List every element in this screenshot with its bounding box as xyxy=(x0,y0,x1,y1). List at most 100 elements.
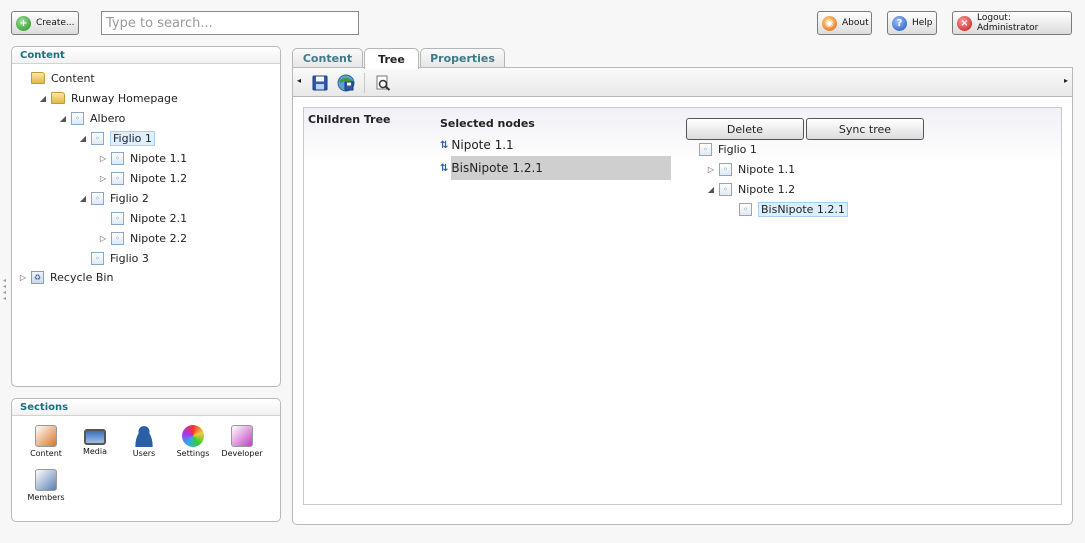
search-input[interactable] xyxy=(101,11,359,35)
logout-button[interactable]: × Logout: Administrator xyxy=(952,11,1072,35)
tree-node[interactable]: ▷ ♻ Recycle Bin xyxy=(18,268,113,286)
toolbar-divider xyxy=(364,73,365,93)
tree-node[interactable]: ▷ ◦ Nipote 2.2 xyxy=(98,229,187,247)
splitter-handle[interactable]: ◂ ◂ ◂ ◂ xyxy=(3,278,9,304)
section-label: Content xyxy=(30,449,62,458)
reorder-arrows-icon: ⇅ xyxy=(440,162,449,174)
member-card-icon xyxy=(35,469,57,491)
help-button-label: Help xyxy=(912,18,933,28)
tree-node[interactable]: ◢ ◦ Nipote 1.2 xyxy=(706,180,795,198)
delete-button-label: Delete xyxy=(726,122,764,136)
collapsed-arrow-icon[interactable]: ▷ xyxy=(98,154,108,163)
tree-node[interactable]: ▷ ◦ Nipote 1.2 xyxy=(98,169,187,187)
selected-nodes-label: Selected nodes xyxy=(440,117,535,130)
selected-node-item[interactable]: ⇅ Nipote 1.1 xyxy=(440,134,640,156)
document-icon: ◦ xyxy=(91,131,104,145)
help-icon: ? xyxy=(892,15,907,31)
scroll-left-icon[interactable]: ◂ xyxy=(297,76,301,85)
section-media[interactable]: Media xyxy=(73,425,117,456)
section-settings[interactable]: Settings xyxy=(171,425,215,458)
tree-node-label: Nipote 1.2 xyxy=(130,171,188,185)
about-icon: ◉ xyxy=(822,15,837,31)
tree-node[interactable]: ◢ Runway Homepage xyxy=(38,89,178,107)
plus-icon: + xyxy=(16,15,31,31)
magic-wand-icon xyxy=(231,425,253,447)
expanded-arrow-icon[interactable]: ◢ xyxy=(78,134,88,143)
tree-node-label: Runway Homepage xyxy=(71,91,178,105)
tree-node-label: Nipote 2.2 xyxy=(130,231,188,245)
tree-node[interactable]: ◢ ◦ Figlio 2 xyxy=(78,189,149,207)
document-icon: ◦ xyxy=(111,211,124,225)
collapsed-arrow-icon[interactable]: ▷ xyxy=(98,234,108,243)
collapsed-arrow-icon[interactable]: ▷ xyxy=(98,174,108,183)
section-developer[interactable]: Developer xyxy=(220,425,264,458)
logout-icon: × xyxy=(957,15,972,31)
tree-node[interactable]: ◦ Figlio 1 xyxy=(686,140,757,158)
content-panel-title: Content xyxy=(12,47,280,64)
tree-node-label: Albero xyxy=(90,111,126,125)
section-label: Developer xyxy=(221,449,263,458)
tab-content[interactable]: Content xyxy=(292,48,363,68)
tab-content-area: Children Tree Selected nodes ⇅ Nipote 1.… xyxy=(292,97,1073,525)
document-icon: ◦ xyxy=(739,202,752,216)
document-icon: ◦ xyxy=(699,142,712,156)
section-label: Media xyxy=(82,447,108,456)
expanded-arrow-icon[interactable]: ◢ xyxy=(706,185,716,194)
tab-tree-label: Tree xyxy=(378,52,405,66)
tree-node-label: Figlio 2 xyxy=(110,191,149,205)
editor-toolbar: ◂ ▸ xyxy=(292,67,1073,97)
help-button[interactable]: ? Help xyxy=(887,11,937,35)
section-members[interactable]: Members xyxy=(24,469,68,502)
content-panel: Content Content ◢ Runway Homepage ◢ ◦ Albero ◢… xyxy=(11,46,281,387)
document-icon: ◦ xyxy=(71,111,84,125)
sections-panel-title: Sections xyxy=(12,399,280,416)
reorder-arrows-icon: ⇅ xyxy=(440,139,449,151)
save-icon[interactable] xyxy=(312,75,328,91)
document-icon: ◦ xyxy=(91,251,104,265)
folder-icon xyxy=(51,92,65,104)
logout-button-label: Logout: Administrator xyxy=(977,13,1039,33)
tab-tree[interactable]: Tree xyxy=(364,48,419,69)
user-icon xyxy=(133,425,155,447)
tree-node-label: Nipote 1.1 xyxy=(738,162,796,176)
tree-node-label: Content xyxy=(51,71,95,85)
tree-node[interactable]: ◦ Nipote 2.1 xyxy=(98,209,187,227)
tree-node[interactable]: ◦ Figlio 3 xyxy=(78,249,149,267)
expanded-arrow-icon[interactable]: ◢ xyxy=(38,94,48,103)
about-button[interactable]: ◉ About xyxy=(817,11,872,35)
monitor-icon xyxy=(84,429,106,445)
document-icon: ◦ xyxy=(111,171,124,185)
section-users[interactable]: Users xyxy=(122,425,166,458)
sync-tree-button-label: Sync tree xyxy=(838,122,892,136)
color-wheel-icon xyxy=(182,425,204,447)
preview-icon[interactable] xyxy=(375,75,391,91)
collapsed-arrow-icon[interactable]: ▷ xyxy=(18,273,28,282)
folder-icon xyxy=(31,72,45,84)
tab-properties[interactable]: Properties xyxy=(420,48,505,68)
tab-content-label: Content xyxy=(302,52,353,65)
sync-tree-button[interactable]: Sync tree xyxy=(806,118,924,140)
tree-node-label: Nipote 2.1 xyxy=(130,211,188,225)
section-content[interactable]: Content xyxy=(24,425,68,458)
tree-node[interactable]: ▷ ◦ Nipote 1.1 xyxy=(98,149,187,167)
tree-node[interactable]: ◦ BisNipote 1.2.1 xyxy=(726,200,848,218)
sections-panel: Sections Content Media Users Settings Develo… xyxy=(11,398,281,522)
collapsed-arrow-icon[interactable]: ▷ xyxy=(706,165,716,174)
tree-node[interactable]: ◢ ◦ Albero xyxy=(58,109,125,127)
document-icon: ◦ xyxy=(91,191,104,205)
expanded-arrow-icon[interactable]: ◢ xyxy=(78,194,88,203)
tree-node-label: Nipote 1.1 xyxy=(130,151,188,165)
tree-node[interactable]: Content xyxy=(18,69,95,87)
delete-button[interactable]: Delete xyxy=(686,118,804,140)
tree-node[interactable]: ◢ ◦ Figlio 1 xyxy=(78,129,155,147)
save-publish-icon[interactable] xyxy=(337,74,355,92)
expanded-arrow-icon[interactable]: ◢ xyxy=(58,114,68,123)
tab-properties-label: Properties xyxy=(430,52,495,65)
selected-node-item[interactable]: ⇅ BisNipote 1.2.1 xyxy=(440,156,676,180)
create-button[interactable]: + Create... xyxy=(11,11,79,35)
children-tree-property: Children Tree Selected nodes ⇅ Nipote 1.… xyxy=(303,107,1062,505)
children-tree-label: Children Tree xyxy=(308,113,391,126)
tree-node[interactable]: ▷ ◦ Nipote 1.1 xyxy=(706,160,795,178)
scroll-right-icon[interactable]: ▸ xyxy=(1064,76,1068,85)
tree-node-label: Figlio 3 xyxy=(110,251,149,265)
